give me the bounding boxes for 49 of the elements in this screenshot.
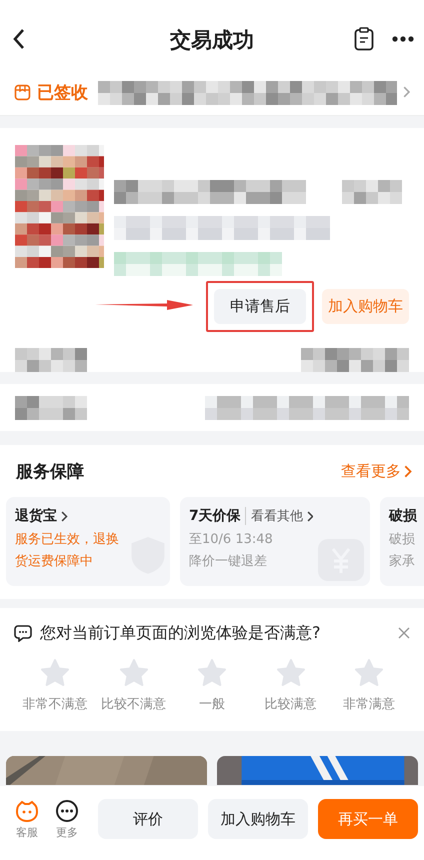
pixelated-text — [342, 180, 402, 204]
action-button[interactable]: 再买一单 — [318, 799, 418, 839]
pixelated-text — [15, 348, 87, 372]
star-icon — [276, 658, 306, 687]
rating-option[interactable]: 一般 — [173, 658, 251, 713]
rating-option[interactable]: 非常不满意 — [16, 658, 94, 713]
card-text: 服务已生效，退换货运费保障中 — [15, 531, 120, 571]
action-button[interactable]: 加入购物车 — [322, 288, 409, 324]
survey-question: 您对当前订单页面的浏览体验是否满意? — [40, 622, 322, 644]
close-icon[interactable] — [398, 627, 410, 639]
back-icon[interactable] — [12, 28, 26, 50]
chevron-icon — [404, 464, 412, 478]
card-title: 退货宝 — [15, 507, 57, 525]
pixelated-text — [15, 396, 87, 420]
rating-option[interactable]: 非常满意 — [330, 658, 408, 713]
star-icon — [40, 658, 70, 687]
card-link[interactable]: 看看其他 — [244, 507, 303, 525]
rating-option[interactable]: 比较满意 — [252, 658, 330, 713]
star-icon — [197, 658, 227, 687]
card-text: 至10/6 13:48 — [189, 531, 274, 549]
card-title: 7天价保 — [189, 507, 241, 525]
action-button[interactable]: 申请售后 — [214, 288, 306, 324]
package-icon — [14, 84, 31, 101]
chat-icon — [14, 624, 32, 642]
status-label: 已签收 — [36, 82, 88, 104]
card-text: 降价一键退差 — [189, 553, 268, 571]
shortcut-button[interactable]: 客服 — [12, 798, 42, 840]
section-title: 服务保障 — [16, 460, 84, 482]
action-button[interactable]: 加入购物车 — [208, 799, 308, 839]
service-card[interactable]: 退货宝 服务已生效，退换货运费保障中 — [6, 497, 170, 586]
action-button[interactable]: 评价 — [98, 799, 198, 839]
chevron-icon — [306, 510, 314, 522]
chevron-icon — [61, 510, 68, 522]
card-title: 破损 — [389, 507, 417, 525]
star-icon — [118, 658, 148, 687]
card-text: 破损 — [389, 531, 416, 549]
clipboard-icon[interactable] — [354, 27, 374, 51]
chevron-icon — [402, 86, 410, 98]
shortcut-button[interactable]: 更多 — [52, 798, 82, 840]
card-text: 家承 — [389, 553, 416, 571]
more-icon[interactable] — [392, 36, 414, 42]
mascot-icon[interactable] — [15, 798, 39, 822]
more-icon[interactable] — [55, 798, 79, 822]
rating-option[interactable]: 比较不满意 — [94, 658, 172, 713]
star-icon — [354, 658, 384, 687]
see-more-link[interactable]: 查看更多 — [341, 462, 412, 480]
service-card[interactable]: 破损 破损 家承 — [380, 497, 424, 586]
page-title: 交易成功 — [170, 27, 254, 54]
service-card[interactable]: 7天价保 看看其他 至10/6 13:48 降价一键退差 — [180, 497, 370, 586]
